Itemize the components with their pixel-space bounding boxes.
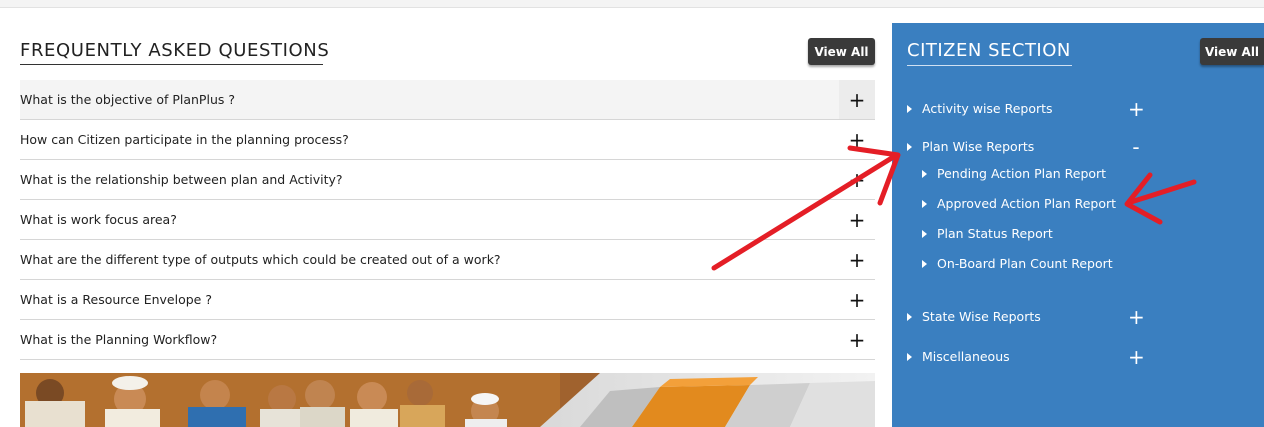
faq-item[interactable]: What is work focus area? + — [20, 200, 875, 240]
collapse-minus-icon[interactable]: - — [1128, 135, 1144, 159]
faq-question: What is the relationship between plan an… — [20, 172, 343, 187]
menu-item-plan-wise-reports[interactable]: Plan Wise Reports — [907, 139, 1034, 154]
menu-item-state-wise-reports[interactable]: State Wise Reports — [907, 309, 1041, 324]
faq-question: What are the different type of outputs w… — [20, 252, 501, 267]
citizen-section-title: CITIZEN SECTION — [907, 40, 1071, 61]
faq-view-all-button[interactable]: View All — [808, 38, 875, 65]
menu-item-label: Plan Wise Reports — [922, 139, 1035, 154]
faq-question: What is the Planning Workflow? — [20, 332, 218, 347]
caret-right-icon — [907, 352, 912, 361]
submenu-item-plan-status-report[interactable]: Plan Status Report — [922, 226, 1053, 241]
expand-plus-icon[interactable]: + — [839, 200, 875, 239]
faq-list: What is the objective of PlanPlus ? + Ho… — [20, 80, 875, 360]
caret-right-icon — [922, 259, 927, 268]
faq-item[interactable]: What is the Planning Workflow? + — [20, 320, 875, 360]
faq-item[interactable]: What is the objective of PlanPlus ? + — [20, 80, 875, 120]
submenu-item-on-board-plan-count-report[interactable]: On-Board Plan Count Report — [922, 256, 1113, 271]
faq-item[interactable]: How can Citizen participate in the plann… — [20, 120, 875, 160]
expand-plus-icon[interactable]: + — [839, 240, 875, 279]
submenu-item-label: Approved Action Plan Report — [937, 196, 1117, 211]
menu-item-label: Activity wise Reports — [922, 101, 1053, 116]
caret-right-icon — [907, 142, 912, 151]
faq-title: FREQUENTLY ASKED QUESTIONS — [20, 40, 330, 61]
caret-right-icon — [907, 312, 912, 321]
expand-plus-icon[interactable]: + — [839, 160, 875, 199]
faq-question: What is the objective of PlanPlus ? — [20, 92, 235, 107]
caret-right-icon — [922, 199, 927, 208]
menu-item-miscellaneous[interactable]: Miscellaneous — [907, 349, 1010, 364]
submenu-item-pending-action-plan-report[interactable]: Pending Action Plan Report — [922, 166, 1106, 181]
caret-right-icon — [922, 169, 927, 178]
expand-plus-icon[interactable]: + — [1128, 345, 1145, 369]
expand-plus-icon[interactable]: + — [839, 280, 875, 319]
menu-item-label: Miscellaneous — [922, 349, 1010, 364]
submenu-item-label: Plan Status Report — [937, 226, 1053, 241]
citizen-view-all-button[interactable]: View All — [1200, 38, 1264, 65]
expand-plus-icon[interactable]: + — [839, 80, 875, 119]
banner-illustration — [20, 373, 875, 427]
top-bar — [0, 0, 1264, 8]
expand-plus-icon[interactable]: + — [839, 320, 875, 359]
faq-item[interactable]: What is a Resource Envelope ? + — [20, 280, 875, 320]
menu-item-activity-wise-reports[interactable]: Activity wise Reports — [907, 101, 1053, 116]
faq-question: What is work focus area? — [20, 212, 177, 227]
expand-plus-icon[interactable]: + — [1128, 97, 1145, 121]
faq-item[interactable]: What is the relationship between plan an… — [20, 160, 875, 200]
faq-title-underline — [20, 64, 323, 65]
faq-question: How can Citizen participate in the plann… — [20, 132, 349, 147]
banner-image — [20, 373, 875, 427]
faq-item[interactable]: What are the different type of outputs w… — [20, 240, 875, 280]
expand-plus-icon[interactable]: + — [839, 120, 875, 159]
menu-item-label: State Wise Reports — [922, 309, 1041, 324]
caret-right-icon — [922, 229, 927, 238]
submenu-item-label: On-Board Plan Count Report — [937, 256, 1113, 271]
submenu-item-approved-action-plan-report[interactable]: Approved Action Plan Report — [922, 196, 1116, 211]
expand-plus-icon[interactable]: + — [1128, 305, 1145, 329]
citizen-section-panel: CITIZEN SECTION View All Activity wise R… — [892, 23, 1264, 427]
citizen-title-underline — [907, 65, 1072, 66]
submenu-item-label: Pending Action Plan Report — [937, 166, 1107, 181]
faq-question: What is a Resource Envelope ? — [20, 292, 212, 307]
caret-right-icon — [907, 104, 912, 113]
